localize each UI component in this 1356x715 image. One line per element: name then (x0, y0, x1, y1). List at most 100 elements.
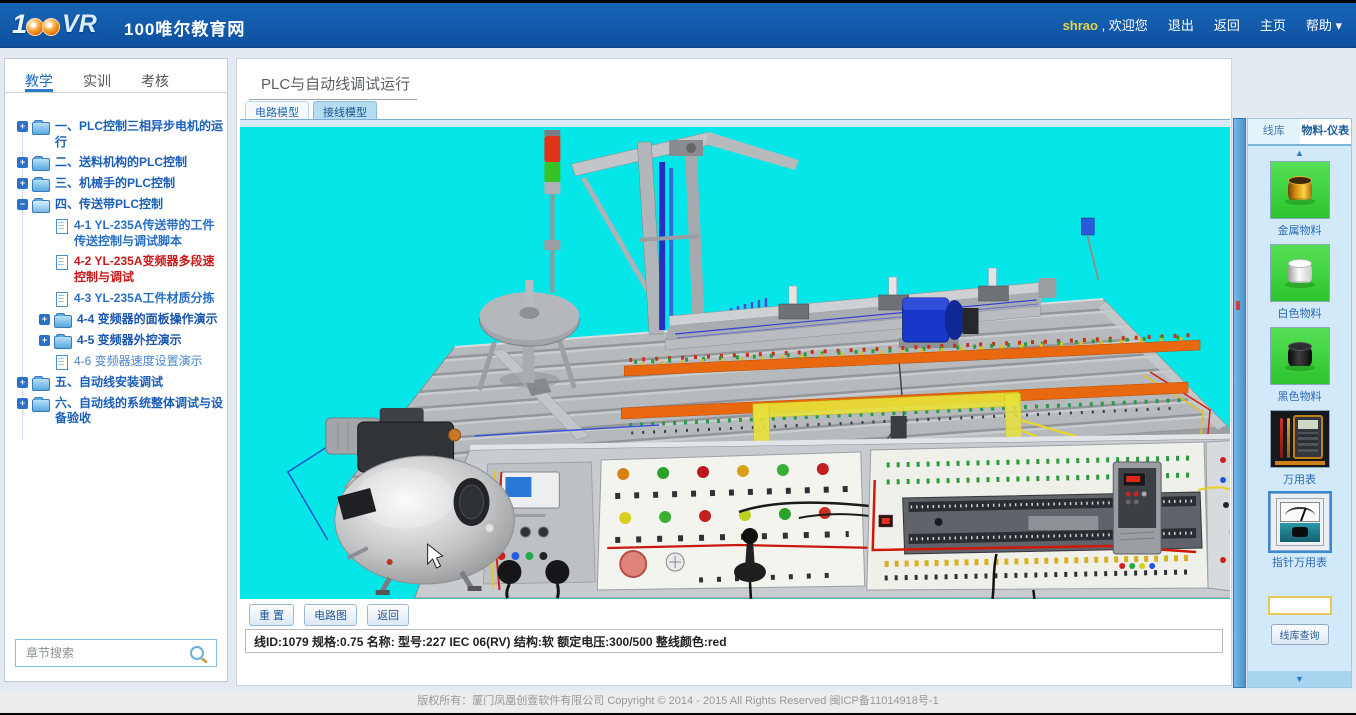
logo-100vr: 1 (12, 9, 27, 40)
materials-panel-tabs: 线库物料-仪表 (1248, 119, 1351, 146)
logo-vr: VR (62, 10, 97, 39)
metal-cylinder-icon (1288, 181, 1312, 200)
site-title: 100唯尔教育网 (124, 15, 245, 40)
plus-icon[interactable]: + (39, 335, 50, 346)
tree-item[interactable]: + 一、PLC控制三相异步电机的运行 (17, 119, 223, 150)
button-panel[interactable] (597, 452, 898, 599)
header-link-主页[interactable]: 主页 (1260, 15, 1286, 34)
action-button[interactable]: 重 置 (249, 604, 294, 626)
material-item-label: 金属物料 (1269, 222, 1331, 238)
tree-item[interactable]: 4-6 变频器速度设置演示 (39, 354, 223, 370)
tree-item-label: 一、PLC控制三相异步电机的运行 (55, 119, 223, 150)
tree-item[interactable]: + 三、机械手的PLC控制 (17, 176, 223, 192)
material-item-image[interactable] (1270, 161, 1330, 219)
tree-item[interactable]: 4-3 YL-235A工件材质分拣 (39, 291, 223, 307)
folder-icon (32, 378, 50, 391)
material-item: 白色物料 (1269, 244, 1331, 327)
plus-icon[interactable]: + (17, 377, 28, 388)
page-title: PLC与自动线调试运行 (261, 73, 410, 94)
material-item: 指针万用表 (1269, 493, 1331, 576)
tree-item-label: 4-2 YL-235A变频器多段速控制与调试 (74, 254, 223, 285)
tree-item[interactable]: +4-4 变频器的面板操作演示 (39, 312, 223, 328)
doc-icon (56, 292, 68, 307)
sidebar-tabs: 教学 实训 考核 (5, 59, 227, 93)
plus-icon[interactable]: + (17, 121, 28, 132)
app-window: 1 VR 100唯尔教育网 shrao , 欢迎您 退出返回主页帮助 ▾ 教学实… (0, 0, 1356, 715)
vfd-module[interactable] (1113, 462, 1161, 569)
welcome-text: shrao , 欢迎您 (1063, 15, 1148, 34)
tree-item[interactable]: +4-5 变频器外控演示 (39, 333, 223, 349)
wire-query-button[interactable]: 线库查询 (1271, 624, 1329, 645)
material-item: 黑色物料 (1269, 327, 1331, 410)
header-link-退出[interactable]: 退出 (1168, 15, 1194, 34)
main-content: PLC与自动线调试运行 电路模型接线模型 (236, 58, 1232, 686)
material-item-image[interactable] (1270, 493, 1330, 551)
materials-list: 金属物料白色物料黑色物料万用表指针万用表 (1248, 161, 1351, 581)
materials-tab[interactable]: 物料-仪表 (1300, 119, 1352, 144)
tree-item[interactable]: 4-2 YL-235A变频器多段速控制与调试 (39, 254, 223, 285)
minus-icon[interactable]: − (17, 199, 28, 210)
site-header: 1 VR 100唯尔教育网 shrao , 欢迎您 退出 返回 主页 帮助 ▾ (0, 3, 1356, 48)
folder-icon (32, 122, 50, 135)
action-button[interactable]: 电路图 (304, 604, 357, 626)
wire-query-input[interactable] (1268, 596, 1332, 615)
tree-item[interactable]: 4-1 YL-235A传送带的工件传送控制与调试脚本 (39, 218, 223, 249)
tree-item-label: 二、送料机构的PLC控制 (55, 155, 187, 171)
material-item-image[interactable] (1270, 244, 1330, 302)
scene-top-strip (240, 120, 1230, 127)
folder-open-icon (32, 200, 50, 213)
panel-splitter[interactable] (1233, 118, 1246, 688)
plus-icon[interactable]: + (17, 178, 28, 189)
black-cylinder-icon (1288, 347, 1312, 366)
folder-icon (54, 336, 72, 349)
action-button[interactable]: 返回 (367, 604, 409, 626)
doc-icon (56, 219, 68, 234)
digital-multimeter-icon (1271, 411, 1329, 467)
tree-item[interactable]: −四、传送带PLC控制 (17, 197, 223, 213)
logo-o-icon (42, 18, 60, 36)
3d-viewport[interactable] (240, 119, 1230, 599)
sidebar-tab[interactable]: 考核 (141, 71, 169, 92)
materials-panel: 线库物料-仪表 ▲ 金属物料白色物料黑色物料万用表指针万用表 线库查询 ▼ (1247, 118, 1352, 688)
material-item-image[interactable] (1270, 410, 1330, 468)
folder-icon (32, 158, 50, 171)
material-item: 万用表 (1269, 410, 1331, 493)
3d-scene[interactable] (240, 120, 1230, 599)
search-input[interactable] (24, 645, 190, 661)
tree-item-label: 三、机械手的PLC控制 (55, 176, 175, 192)
tree-item-label: 六、自动线的系统整体调试与设备验收 (55, 396, 223, 427)
title-underline (249, 99, 417, 100)
search-icon[interactable] (190, 646, 204, 660)
tree-item-label: 4-5 变频器外控演示 (77, 333, 182, 349)
sidebar-tab[interactable]: 教学 (25, 71, 53, 92)
tree-item[interactable]: +五、自动线安装调试 (17, 375, 223, 391)
header-link-返回[interactable]: 返回 (1214, 15, 1240, 34)
header-link-help[interactable]: 帮助 ▾ (1306, 15, 1342, 34)
folder-icon (32, 399, 50, 412)
tree-item[interactable]: + 二、送料机构的PLC控制 (17, 155, 223, 171)
doc-icon (56, 355, 68, 370)
plus-icon[interactable]: + (17, 157, 28, 168)
tree-item[interactable]: + 六、自动线的系统整体调试与设备验收 (17, 396, 223, 427)
plus-icon[interactable]: + (17, 398, 28, 409)
tree-item-label: 4-4 变频器的面板操作演示 (77, 312, 218, 328)
sidebar-tab[interactable]: 实训 (83, 71, 111, 92)
username: shrao (1063, 18, 1098, 33)
course-sidebar: 教学 实训 考核 + 一、PLC控制三相异步电机的运行 + 二、送料机构的PLC控制 + 三、… (4, 58, 228, 682)
chapter-search-box (15, 639, 217, 667)
doc-icon (56, 255, 68, 270)
header-nav: shrao , 欢迎您 退出 返回 主页 帮助 ▾ (1063, 3, 1342, 46)
material-item-image[interactable] (1270, 327, 1330, 385)
collapse-up-icon[interactable]: ▲ (1248, 146, 1351, 160)
analog-multimeter-icon (1276, 498, 1324, 546)
site-logo[interactable]: 1 VR (12, 9, 97, 40)
folder-icon (54, 315, 72, 328)
materials-tab[interactable]: 线库 (1248, 119, 1300, 144)
scroll-down-icon[interactable]: ▼ (1248, 671, 1351, 687)
tree-item-label: 4-6 变频器速度设置演示 (74, 354, 203, 370)
material-item-label: 万用表 (1269, 471, 1331, 487)
material-item: 金属物料 (1269, 161, 1331, 244)
wire-status-bar: 线ID:1079 规格:0.75 名称: 型号:227 IEC 06(RV) 结… (245, 629, 1223, 653)
plus-icon[interactable]: + (39, 314, 50, 325)
course-tree: + 一、PLC控制三相异步电机的运行 + 二、送料机构的PLC控制 + 三、机械手的PLC… (5, 109, 227, 615)
